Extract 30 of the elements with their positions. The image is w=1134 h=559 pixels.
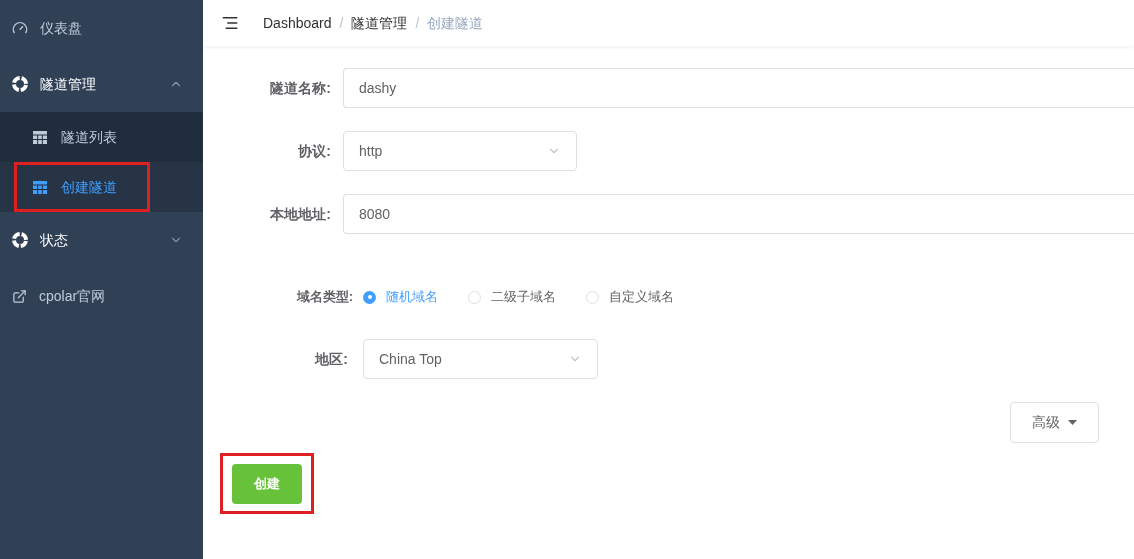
breadcrumb-item[interactable]: 隧道管理 xyxy=(351,12,408,34)
breadcrumb-item[interactable]: Dashboard xyxy=(263,12,332,34)
field-label: 域名类型: xyxy=(295,288,354,307)
sidebar-item[interactable]: cpolar官网 xyxy=(0,268,203,324)
sidebar-item[interactable]: 隧道管理 xyxy=(0,56,203,112)
advanced-button[interactable]: 高级 xyxy=(1010,402,1099,443)
table-icon xyxy=(33,180,47,194)
field-label: 协议: xyxy=(297,141,332,161)
breadcrumb-separator: / xyxy=(339,13,344,33)
lifebuoy-icon xyxy=(12,76,28,92)
field-label: 隧道名称: xyxy=(269,78,332,98)
protocol-select[interactable]: http xyxy=(343,131,577,171)
caret-down-icon xyxy=(1068,420,1077,425)
breadcrumb-item: 创建隧道 xyxy=(427,13,484,33)
radio-option[interactable]: 自定义域名 xyxy=(586,287,674,307)
submenu-item[interactable]: 创建隧道 xyxy=(14,162,150,212)
radio-option[interactable]: 二级子域名 xyxy=(468,287,556,307)
menu-icon[interactable] xyxy=(221,14,239,32)
input-field[interactable]: 8080 xyxy=(343,194,1134,234)
gauge-icon xyxy=(12,20,28,36)
breadcrumb-separator: / xyxy=(415,13,420,33)
sidebar-item[interactable]: 仪表盘 xyxy=(0,0,203,56)
field-label: 本地地址: xyxy=(269,204,332,224)
region-select[interactable]: China Top xyxy=(363,339,598,379)
table-icon xyxy=(33,130,47,144)
lifebuoy-icon xyxy=(12,232,28,248)
field-label: 地区: xyxy=(313,349,349,369)
external-link-icon xyxy=(12,288,27,304)
sidebar-item[interactable]: 状态 xyxy=(0,212,203,268)
input-field[interactable]: dashy xyxy=(343,68,1134,108)
